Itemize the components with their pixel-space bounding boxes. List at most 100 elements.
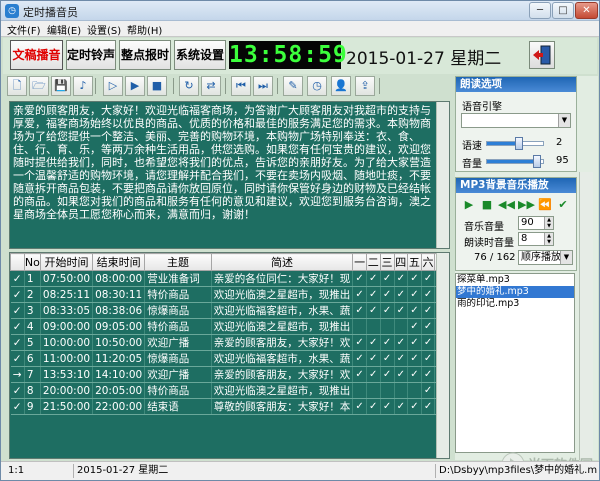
skip-forward-icon[interactable]: ⏭	[253, 76, 273, 96]
edit-note-icon[interactable]: ✎	[283, 76, 303, 96]
weekday-check[interactable]	[394, 382, 409, 399]
weekday-check[interactable]: ✓	[366, 270, 381, 287]
weekday-check[interactable]	[380, 382, 395, 399]
tab-hourly-chime[interactable]: 整点报时	[119, 40, 171, 70]
rewind-icon[interactable]: ⏪	[538, 198, 552, 212]
weekday-check[interactable]: ✓	[407, 286, 422, 303]
speed-slider-thumb[interactable]	[515, 137, 523, 150]
play-mode-select[interactable]: 顺序播放 ▼	[518, 250, 573, 265]
user-icon[interactable]: 👤	[331, 76, 351, 96]
table-row[interactable]: ✓ 9 21:50:00 22:00:00 结束语 尊敬的顾客朋友：大家好！本 ✓ ✓ ✓ ✓ ✓ ✓…	[10, 398, 449, 415]
weekday-check[interactable]: ✓	[407, 302, 422, 319]
weekday-check[interactable]	[394, 318, 409, 335]
tab-system-settings[interactable]: 系统设置	[174, 40, 226, 70]
weekday-check[interactable]: ✓	[394, 350, 409, 367]
table-row[interactable]: ✓409:00:0009:05:00特价商品欢迎光临澳之星超市，现推出✓✓✓	[10, 318, 449, 335]
weekday-check[interactable]: ✓	[366, 398, 381, 415]
weekday-check[interactable]: ✓	[407, 270, 422, 287]
weekday-check[interactable]: ✓	[366, 350, 381, 367]
weekday-check[interactable]: ✓	[394, 270, 409, 287]
table-row[interactable]: ✓ 2 08:25:11 08:30:11 特价商品 欢迎光临澳之星超市，现推出 ✓ ✓ ✓ ✓ ✓…	[10, 286, 449, 303]
tab-script-broadcast[interactable]: 文稿播音	[10, 40, 63, 70]
weekday-check[interactable]	[366, 318, 381, 335]
text-scrollbar[interactable]	[436, 102, 449, 248]
weekday-check[interactable]: ✓	[421, 270, 436, 287]
column-header[interactable]: 三	[379, 253, 395, 271]
column-header[interactable]	[10, 253, 25, 271]
voice-engine-select[interactable]: ▼	[461, 113, 571, 128]
mp3-list-item[interactable]: 探菜单.mp3	[456, 274, 574, 286]
weekday-check[interactable]: ✓	[394, 286, 409, 303]
weekday-check[interactable]: ✓	[380, 286, 395, 303]
table-scrollbar[interactable]	[436, 253, 449, 458]
weekday-check[interactable]: ✓	[421, 334, 436, 351]
volume-slider-thumb[interactable]	[533, 155, 541, 168]
weekday-check[interactable]: ✓	[421, 286, 436, 303]
column-header[interactable]: 六	[420, 253, 436, 271]
weekday-check[interactable]: ✓	[421, 350, 436, 367]
weekday-check[interactable]: ✓	[421, 302, 436, 319]
column-header[interactable]: 五	[407, 253, 422, 271]
weekday-check[interactable]: ✓	[352, 398, 367, 415]
next-icon[interactable]: ▶▶	[518, 198, 535, 212]
previous-icon[interactable]: ◀◀	[498, 198, 515, 212]
announcement-text[interactable]: 亲爱的顾客朋友，大家好！欢迎光临福客商场，为答谢广大顾客朋友对我超市的支持与厚爱…	[9, 101, 450, 249]
export-icon[interactable]: ⇪	[355, 76, 375, 96]
tab-timed-bell[interactable]: 定时铃声	[66, 40, 116, 70]
table-row[interactable]: ✓ 3 08:33:05 08:38:06 惊爆商品 欢迎光临福客超市，水果、蔬 ✓ ✓ ✓ ✓ ✓…	[10, 302, 449, 319]
repeat-icon[interactable]: ⇄	[201, 76, 221, 96]
weekday-check[interactable]: ✓	[407, 334, 422, 351]
skip-back-icon[interactable]: ⏮	[231, 76, 251, 96]
mp3-file-list[interactable]: 探菜单.mp3 梦中的婚礼.mp3 雨的印记.mp3	[455, 273, 575, 453]
stop-icon[interactable]: ■	[147, 76, 167, 96]
weekday-check[interactable]: ✓	[421, 382, 436, 399]
clock-icon[interactable]: ◷	[307, 76, 327, 96]
mp3-list-item[interactable]: 梦中的婚礼.mp3	[456, 286, 574, 298]
weekday-check[interactable]: ✓	[366, 302, 381, 319]
column-header[interactable]: 结束时间	[92, 253, 146, 271]
music-note-icon[interactable]: ♪	[73, 76, 93, 96]
weekday-check[interactable]: ✓	[380, 270, 395, 287]
weekday-check[interactable]: ✓	[366, 286, 381, 303]
menu-help[interactable]: 帮助(H)	[127, 22, 162, 37]
weekday-check[interactable]: ✓	[366, 366, 381, 383]
column-header[interactable]: No	[23, 253, 41, 271]
play-icon[interactable]: ▶	[125, 76, 145, 96]
weekday-check[interactable]: ✓	[407, 350, 422, 367]
play-step-icon[interactable]: ▷	[103, 76, 123, 96]
weekday-check[interactable]: ✓	[380, 366, 395, 383]
weekday-check[interactable]	[352, 382, 367, 399]
play-icon[interactable]: ▶	[462, 198, 476, 212]
music-volume-spinner[interactable]: 90 ▲ ▼	[518, 216, 554, 230]
weekday-check[interactable]: ✓	[421, 366, 436, 383]
speed-slider[interactable]	[486, 137, 544, 150]
table-row[interactable]: ✓ 1 07:50:00 08:00:00 营业准备词 亲爱的各位同仁：大家好！现 ✓ ✓ ✓ ✓…	[10, 270, 449, 287]
open-folder-icon[interactable]: 🗁	[29, 76, 49, 96]
weekday-check[interactable]: ✓	[394, 334, 409, 351]
weekday-check[interactable]	[407, 382, 422, 399]
weekday-check[interactable]	[352, 318, 367, 335]
refresh-icon[interactable]: ↻	[179, 76, 199, 96]
weekday-check[interactable]: ✓	[352, 286, 367, 303]
weekday-check[interactable]: ✓	[394, 398, 409, 415]
minimize-button[interactable]: ─	[529, 2, 551, 19]
weekday-check[interactable]: ✓	[380, 334, 395, 351]
menu-edit[interactable]: 编辑(E)	[47, 22, 81, 37]
table-row[interactable]: ✓820:00:0020:05:00特价商品欢迎光临澳之星超市，现推出✓✓	[10, 382, 449, 399]
weekday-check[interactable]: ✓	[352, 334, 367, 351]
column-header[interactable]: 一	[352, 253, 367, 271]
weekday-check[interactable]: ✓	[352, 350, 367, 367]
weekday-check[interactable]: ✓	[380, 398, 395, 415]
weekday-check[interactable]: ✓	[366, 334, 381, 351]
weekday-check[interactable]: ✓	[380, 350, 395, 367]
confirm-check-icon[interactable]: ✔	[556, 198, 570, 212]
volume-slider[interactable]	[486, 155, 544, 168]
close-button[interactable]: ✕	[575, 2, 598, 19]
table-row[interactable]: ✓ 5 10:00:00 10:50:00 欢迎广播 亲爱的顾客朋友，大家好！欢 ✓ ✓ ✓ ✓ ✓…	[10, 334, 449, 351]
weekday-check[interactable]: ✓	[394, 366, 409, 383]
spinner-arrows-icon[interactable]: ▲ ▼	[544, 217, 553, 229]
menu-file[interactable]: 文件(F)	[7, 22, 41, 37]
exit-button[interactable]	[529, 41, 555, 69]
new-document-icon[interactable]: 🗋	[7, 76, 27, 96]
maximize-button[interactable]: □	[552, 2, 574, 19]
